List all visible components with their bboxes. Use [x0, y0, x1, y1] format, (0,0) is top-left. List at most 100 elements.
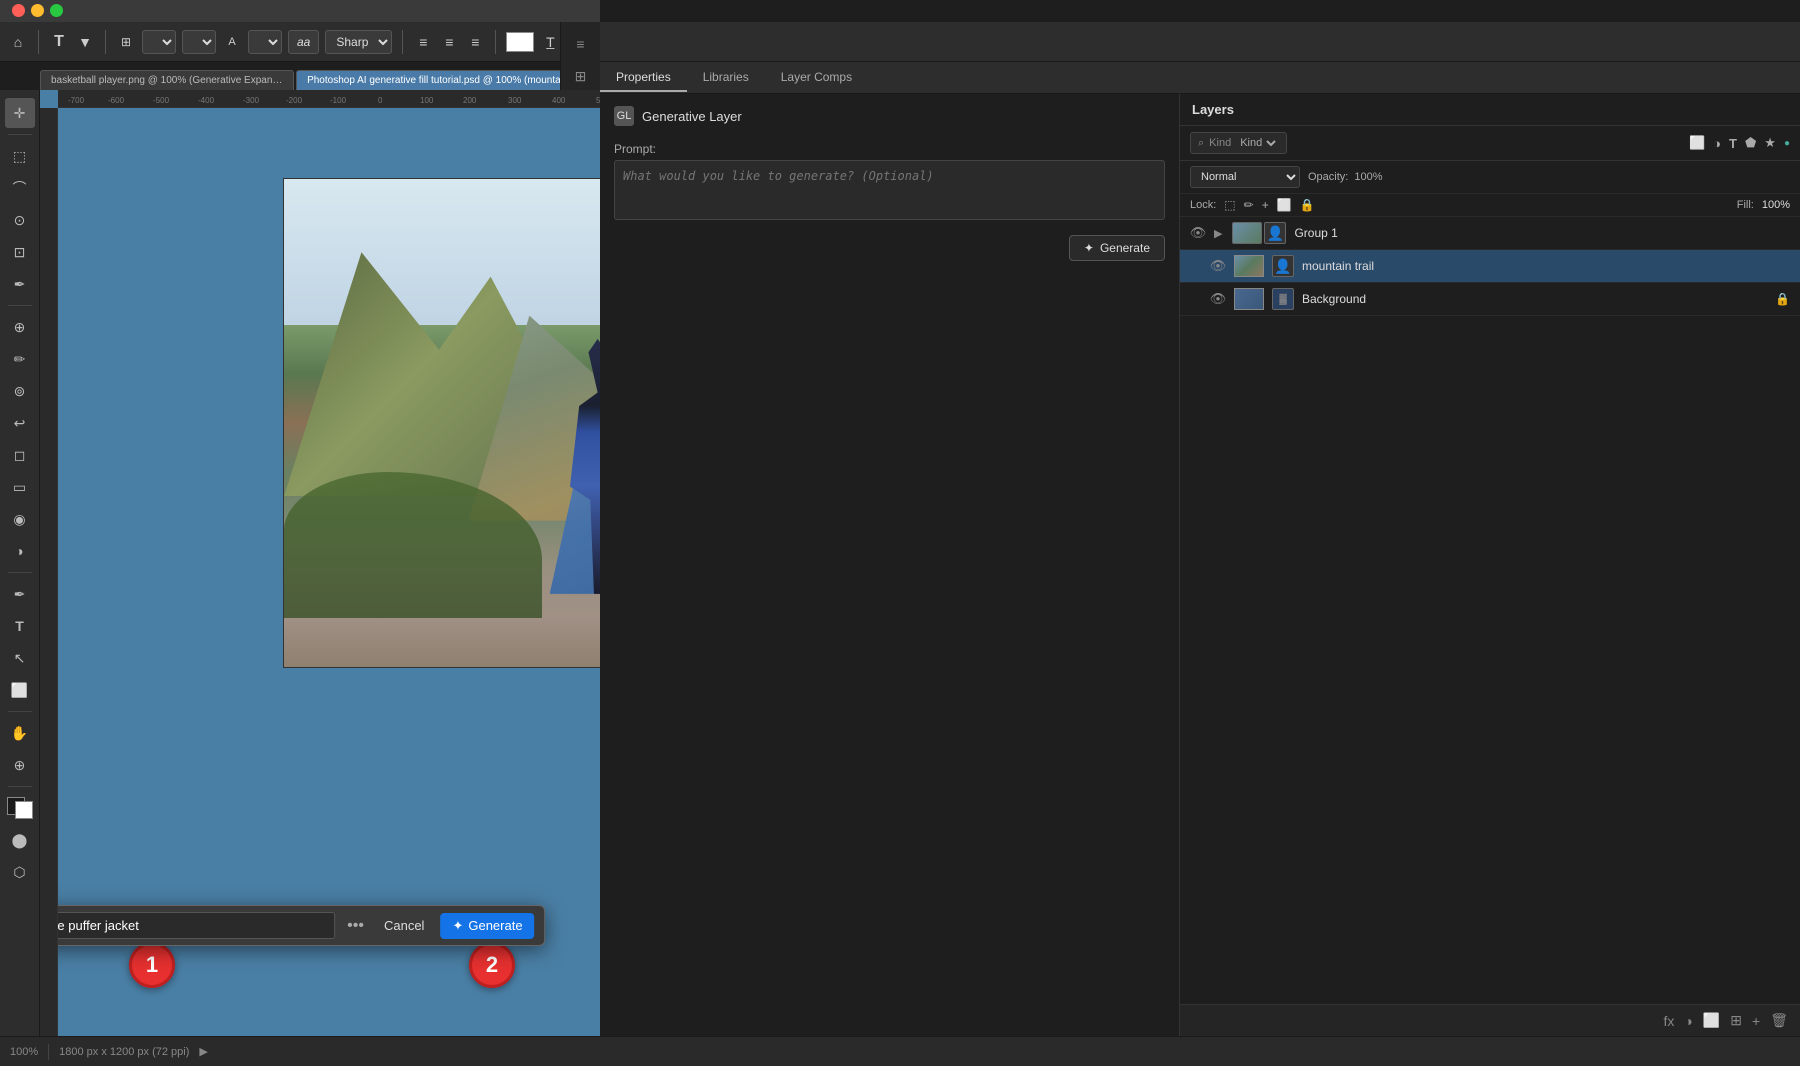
- sharp-select[interactable]: Sharp: [325, 30, 392, 54]
- lock-transparent-icon[interactable]: ⬚: [1224, 198, 1235, 212]
- eraser-tool[interactable]: ◻: [5, 440, 35, 470]
- tab-libraries[interactable]: Libraries: [687, 64, 765, 92]
- active-filter-dot[interactable]: ●: [1784, 138, 1790, 149]
- blend-mode-select[interactable]: Normal: [1190, 166, 1300, 188]
- pixel-filter-icon[interactable]: ⬜: [1689, 135, 1705, 151]
- properties-generate-button[interactable]: ✦ Generate: [1069, 235, 1165, 261]
- layer-group-1[interactable]: 👁 ▶ 👤 Group 1: [1180, 217, 1800, 250]
- layer-background[interactable]: 👁 ▓ Background 🔒: [1180, 283, 1800, 316]
- gradient-tool[interactable]: ▭: [5, 472, 35, 502]
- shape-tool[interactable]: ⬜: [5, 675, 35, 705]
- mountain-trail-thumb: [1234, 255, 1264, 277]
- visibility-eye-background[interactable]: 👁: [1210, 291, 1226, 307]
- generate-btn-container: ✦ Generate: [600, 225, 1179, 271]
- text-color-box[interactable]: [506, 32, 534, 52]
- quick-select-tool[interactable]: ⊙: [5, 205, 35, 235]
- dimensions-arrow[interactable]: ▶: [199, 1045, 207, 1058]
- zoom-level[interactable]: 100%: [10, 1046, 38, 1058]
- maximize-button[interactable]: [50, 4, 63, 17]
- fx-icon[interactable]: fx: [1664, 1013, 1675, 1029]
- layers-filter[interactable]: ⌕ Kind Kind: [1190, 132, 1287, 154]
- text-tool-icon[interactable]: T: [49, 32, 69, 52]
- tool-sep4: [8, 711, 32, 712]
- cancel-button[interactable]: Cancel: [376, 914, 432, 937]
- adjustment-icon[interactable]: ◑: [1684, 1013, 1692, 1029]
- align-right-icon[interactable]: ≡: [465, 32, 485, 52]
- svg-text:-300: -300: [243, 96, 260, 105]
- lock-position-icon[interactable]: +: [1262, 198, 1269, 212]
- anti-alias-btn[interactable]: aa: [288, 30, 319, 54]
- fill-value[interactable]: 100%: [1762, 199, 1790, 211]
- svg-text:400: 400: [552, 96, 566, 105]
- font-family-select[interactable]: Lato: [142, 30, 176, 54]
- hand-tool[interactable]: ✋: [5, 718, 35, 748]
- layer-icon[interactable]: ⊞: [116, 32, 136, 52]
- smart-filter-icon[interactable]: ★: [1764, 135, 1776, 151]
- foreground-background-colors[interactable]: [7, 797, 33, 819]
- tab-mountain-trail[interactable]: Photoshop AI generative fill tutorial.ps…: [296, 70, 590, 90]
- group-1-name: Group 1: [1294, 226, 1790, 240]
- align-center-icon[interactable]: ≡: [439, 32, 459, 52]
- text-options-icon[interactable]: ▼: [75, 32, 95, 52]
- zoom-tool[interactable]: ⊕: [5, 750, 35, 780]
- tool-sep1: [8, 134, 32, 135]
- dodge-tool[interactable]: ◑: [5, 536, 35, 566]
- type-filter-icon[interactable]: T: [1729, 136, 1737, 151]
- adjustment-filter-icon[interactable]: ◑: [1713, 136, 1721, 151]
- svg-text:-700: -700: [68, 96, 85, 105]
- warp-text-icon[interactable]: T̲: [540, 32, 560, 52]
- crop-tool[interactable]: ⊡: [5, 237, 35, 267]
- history-brush-tool[interactable]: ↩: [5, 408, 35, 438]
- visibility-eye-group[interactable]: 👁: [1190, 225, 1206, 241]
- font-size-select[interactable]: 32 pt: [248, 30, 282, 54]
- prompt-input[interactable]: [614, 160, 1165, 220]
- path-select-tool[interactable]: ↖: [5, 643, 35, 673]
- svg-text:200: 200: [463, 96, 477, 105]
- gen-fill-input[interactable]: [58, 912, 335, 939]
- background-lock-icon: 🔒: [1775, 292, 1790, 306]
- group-arrow[interactable]: ▶: [1214, 227, 1222, 240]
- font-style-select[interactable]: Regular: [182, 30, 216, 54]
- properties-icon[interactable]: ≡: [567, 30, 595, 58]
- lock-image-icon[interactable]: ✏: [1244, 198, 1254, 212]
- blur-tool[interactable]: ◉: [5, 504, 35, 534]
- window-controls[interactable]: [12, 4, 63, 17]
- opacity-value[interactable]: 100%: [1354, 171, 1382, 183]
- visibility-eye-mountain[interactable]: 👁: [1210, 258, 1226, 274]
- fill-label: Fill:: [1737, 199, 1754, 211]
- screen-mode[interactable]: ⬡: [5, 857, 35, 887]
- group-icon[interactable]: ⊞: [1730, 1012, 1742, 1029]
- pen-tool[interactable]: ✒: [5, 579, 35, 609]
- filter-select[interactable]: Kind: [1236, 136, 1279, 150]
- new-layer-icon[interactable]: +: [1752, 1013, 1760, 1029]
- move-tool[interactable]: ✛: [5, 98, 35, 128]
- horizontal-ruler: -700-600 -500-400 -300-200 -1000 100200 …: [58, 90, 600, 108]
- tab-basketball[interactable]: basketball player.png @ 100% (Generative…: [40, 70, 294, 90]
- tool-sep3: [8, 572, 32, 573]
- marquee-tool[interactable]: ⬚: [5, 141, 35, 171]
- tool-sep5: [8, 786, 32, 787]
- delete-layer-icon[interactable]: 🗑: [1770, 1012, 1788, 1029]
- clone-tool[interactable]: ⊚: [5, 376, 35, 406]
- mask-icon[interactable]: ⬜: [1703, 1012, 1720, 1029]
- tab-properties[interactable]: Properties: [600, 64, 687, 92]
- tab-layer-comps[interactable]: Layer Comps: [765, 64, 868, 92]
- layers-icon[interactable]: ⊞: [567, 62, 595, 90]
- brush-tool[interactable]: ✏: [5, 344, 35, 374]
- lock-artboard-icon[interactable]: ⬜: [1277, 198, 1292, 212]
- home-icon[interactable]: ⌂: [8, 32, 28, 52]
- layers-panel: Layers ⌕ Kind Kind ⬜ ◑ T ⬟ ★ ● Normal: [1180, 94, 1800, 1066]
- shape-filter-icon[interactable]: ⬟: [1745, 135, 1756, 151]
- align-left-icon[interactable]: ≡: [413, 32, 433, 52]
- minimize-button[interactable]: [31, 4, 44, 17]
- lasso-tool[interactable]: ⌒: [5, 173, 35, 203]
- heal-tool[interactable]: ⊕: [5, 312, 35, 342]
- generate-button[interactable]: ✦ Generate: [440, 913, 534, 939]
- layer-mountain-trail[interactable]: 👁 👤 mountain trail: [1180, 250, 1800, 283]
- gen-fill-options[interactable]: •••: [343, 915, 368, 937]
- quick-mask-mode[interactable]: ⬤: [5, 825, 35, 855]
- lock-all-icon[interactable]: 🔒: [1300, 198, 1315, 212]
- text-tool[interactable]: T: [5, 611, 35, 641]
- close-button[interactable]: [12, 4, 25, 17]
- eyedropper-tool[interactable]: ✒: [5, 269, 35, 299]
